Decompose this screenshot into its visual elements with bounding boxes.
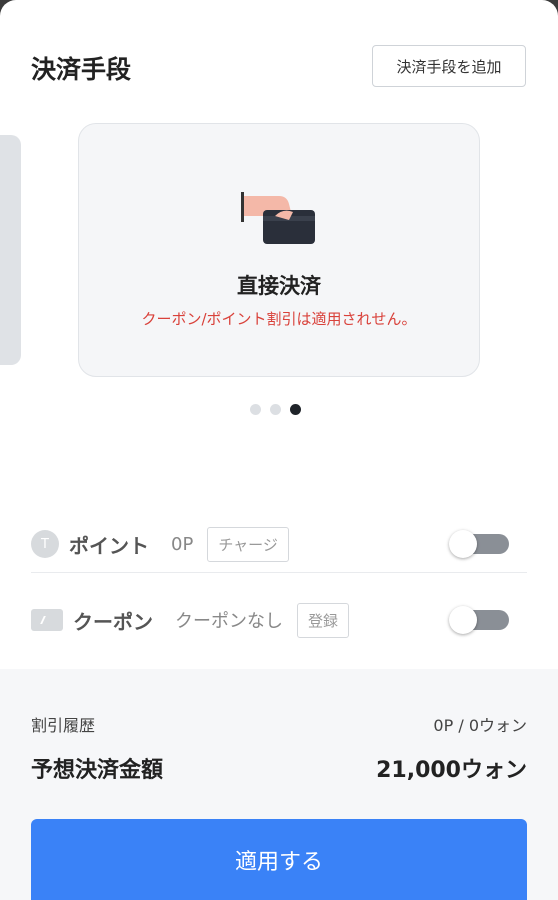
payment-method-card[interactable]: 直接決済 クーポン/ポイント割引は適用されせん。 <box>78 123 480 377</box>
carousel-pagination <box>250 404 301 415</box>
coupon-row: クーポン クーポンなし 登録 <box>31 592 527 648</box>
coupon-value: クーポンなし <box>175 611 283 632</box>
point-value: 0P <box>171 533 194 555</box>
pagination-dot[interactable] <box>250 404 261 415</box>
charge-button[interactable]: チャージ <box>207 526 289 562</box>
point-toggle-knob <box>449 530 477 558</box>
point-badge-icon: T <box>31 530 59 558</box>
coupon-toggle-knob <box>449 606 477 634</box>
payment-sheet: 決済手段 決済手段を追加 直接決済 クーポン/ポイント割引は適用されせん。 T … <box>0 0 558 900</box>
estimated-total-label: 予想決済金額 <box>31 758 164 783</box>
payment-method-title: 直接決済 <box>237 274 321 298</box>
add-payment-method-button[interactable]: 決済手段を追加 <box>372 45 526 87</box>
payment-method-warning: クーポン/ポイント割引は適用されせん。 <box>141 310 417 328</box>
coupon-ticket-icon <box>31 609 63 631</box>
pagination-dot-active[interactable] <box>290 404 301 415</box>
point-toggle[interactable] <box>449 530 511 558</box>
discount-history-value: 0P / 0ウォン <box>433 716 527 735</box>
point-row: T ポイント 0P チャージ <box>31 516 527 573</box>
estimated-total-value: 21,000ウォン <box>376 758 527 783</box>
previous-payment-card[interactable] <box>0 135 21 365</box>
register-coupon-button[interactable]: 登録 <box>297 602 350 638</box>
apply-button[interactable]: 適用する <box>31 819 527 900</box>
coupon-toggle[interactable] <box>449 606 511 634</box>
coupon-label: クーポン <box>73 609 153 634</box>
hand-card-icon <box>241 192 315 244</box>
discount-history-label: 割引履歴 <box>31 716 96 735</box>
page-title: 決済手段 <box>31 55 132 84</box>
point-label: ポイント <box>69 533 149 558</box>
pagination-dot[interactable] <box>270 404 281 415</box>
